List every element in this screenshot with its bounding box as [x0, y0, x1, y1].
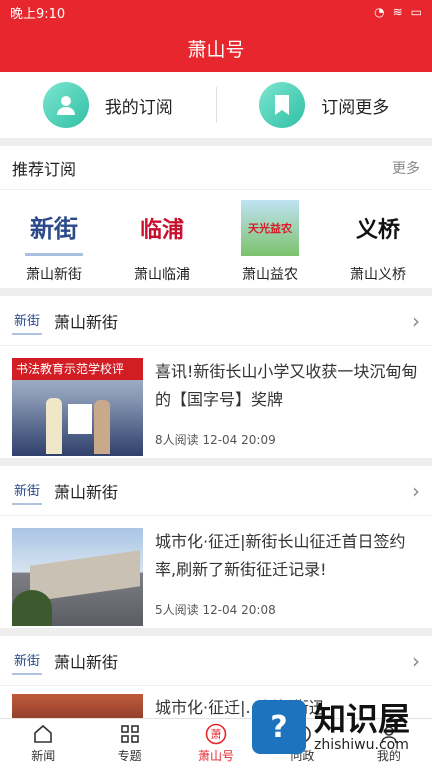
battery-icon: ▭: [410, 5, 422, 19]
status-bar: 晚上9:10 ◔ ≋ ▭: [0, 0, 432, 24]
watermark-badge: ?: [252, 700, 306, 754]
article-title[interactable]: 城市化·征迁|新街长山征迁首日签约率,刷新了新街征迁记录!: [155, 528, 420, 584]
tab-label: 新闻: [31, 749, 56, 763]
watermark-en: zhishiwu.com: [314, 737, 409, 753]
source-logo: 新街: [12, 477, 42, 505]
recommend-item-yiqiao[interactable]: 义桥 萧山义桥: [328, 200, 428, 284]
recommend-item-xinjie[interactable]: 新街 萧山新街: [4, 200, 104, 284]
article-title[interactable]: 喜讯!新街长山小学又收获一块沉甸甸的【国字号】奖牌: [155, 358, 420, 414]
feed-card[interactable]: 新街 萧山新街 › 城市化·征迁|新街长山征迁首日签约率,刷新了新街征迁记录! …: [0, 466, 432, 628]
source-name: 萧山新街: [54, 652, 119, 672]
subscribe-more-button[interactable]: 订阅更多: [217, 82, 432, 128]
app-header: 萧山号: [0, 24, 432, 72]
article-meta: 8人阅读 12-04 20:09: [155, 433, 276, 447]
recommend-item-label: 萧山新街: [26, 267, 82, 283]
tab-topics[interactable]: 专题: [86, 719, 172, 768]
source-name: 萧山新街: [54, 482, 119, 502]
svg-text:萧: 萧: [211, 728, 222, 741]
building-shape: [30, 550, 140, 602]
yiqiao-logo: 义桥: [355, 217, 400, 243]
subscribe-more-label: 订阅更多: [321, 97, 390, 118]
recommend-item-linpu[interactable]: 临浦 萧山临浦: [112, 200, 212, 284]
article-meta: 5人阅读 12-04 20:08: [155, 603, 276, 617]
grid-icon: [119, 723, 141, 745]
home-icon: [32, 723, 54, 745]
status-time: 晚上9:10: [10, 6, 66, 22]
person-shape: [94, 400, 110, 454]
article-thumbnail: [12, 528, 143, 626]
recommend-item-label: 萧山益农: [242, 267, 298, 283]
chevron-right-icon: ›: [412, 478, 420, 503]
feed-card[interactable]: 新街 萧山新街 › 书法教育示范学校评 喜讯!新街长山小学又收获一块沉甸甸的【国…: [0, 296, 432, 458]
page-title: 萧山号: [187, 38, 245, 61]
watermark-text: 知识屋 zhishiwu.com: [314, 701, 410, 753]
article-row[interactable]: 城市化·征迁|新街长山征迁首日签约率,刷新了新街征迁记录! 5人阅读 12-04…: [0, 516, 432, 628]
source-name: 萧山新街: [54, 312, 119, 332]
status-icons: ◔ ≋ ▭: [374, 5, 422, 19]
thumb-banner: 书法教育示范学校评: [12, 358, 143, 380]
recommend-title: 推荐订阅: [12, 159, 77, 179]
tab-news[interactable]: 新闻: [0, 719, 86, 768]
signal-icon: ◔: [374, 5, 385, 19]
user-icon: [42, 82, 89, 128]
linpu-logo: 临浦: [139, 217, 184, 243]
tab-label: 专题: [117, 749, 142, 763]
article-thumbnail: 书法教育示范学校评: [12, 358, 143, 456]
chevron-right-icon: ›: [412, 648, 420, 673]
source-logo: 新街: [12, 307, 42, 335]
article-text: 城市化·征迁|新街长山征迁首日签约率,刷新了新街征迁记录! 5人阅读 12-04…: [155, 528, 420, 618]
person-shape: [46, 398, 62, 454]
wifi-icon: ≋: [392, 5, 403, 19]
tree-shape: [12, 590, 52, 626]
subscribe-row: 我的订阅 订阅更多: [0, 72, 432, 138]
xinjie-logo: 新街: [25, 200, 83, 256]
recommend-item-label: 萧山义桥: [350, 267, 406, 283]
chevron-right-icon: ›: [412, 308, 420, 333]
yinong-logo: 天光益农: [241, 200, 299, 256]
my-subscriptions-button[interactable]: 我的订阅: [0, 82, 216, 128]
certificate-shape: [68, 404, 92, 434]
recommend-header: 推荐订阅 更多: [0, 146, 432, 190]
watermark-cn: 知识屋: [314, 700, 411, 738]
tab-xiaoshan[interactable]: 萧 萧山号: [173, 719, 259, 768]
recommend-item-yinong[interactable]: 天光益农 萧山益农: [220, 200, 320, 284]
recommend-more-link[interactable]: 更多: [392, 158, 420, 178]
feed-card-header[interactable]: 新街 萧山新街 ›: [0, 466, 432, 516]
watermark: ? 知识屋 zhishiwu.com: [252, 690, 428, 764]
feed-card-header[interactable]: 新街 萧山新街 ›: [0, 296, 432, 346]
recommend-list: 新街 萧山新街 临浦 萧山临浦 天光益农 萧山益农 义桥 萧山义桥: [0, 190, 432, 284]
xiaoshan-icon: 萧: [205, 723, 227, 745]
feed-card-header[interactable]: 新街 萧山新街 ›: [0, 636, 432, 686]
tab-label: 萧山号: [198, 749, 235, 763]
article-row[interactable]: 书法教育示范学校评 喜讯!新街长山小学又收获一块沉甸甸的【国字号】奖牌 8人阅读…: [0, 346, 432, 458]
source-logo: 新街: [12, 647, 42, 675]
recommend-section: 推荐订阅 更多 新街 萧山新街 临浦 萧山临浦 天光益农 萧山益农 义桥 萧山义…: [0, 146, 432, 288]
bookmark-icon: [259, 82, 306, 128]
my-subscriptions-label: 我的订阅: [104, 97, 173, 118]
article-text: 喜讯!新街长山小学又收获一块沉甸甸的【国字号】奖牌 8人阅读 12-04 20:…: [155, 358, 420, 448]
recommend-item-label: 萧山临浦: [134, 267, 190, 283]
